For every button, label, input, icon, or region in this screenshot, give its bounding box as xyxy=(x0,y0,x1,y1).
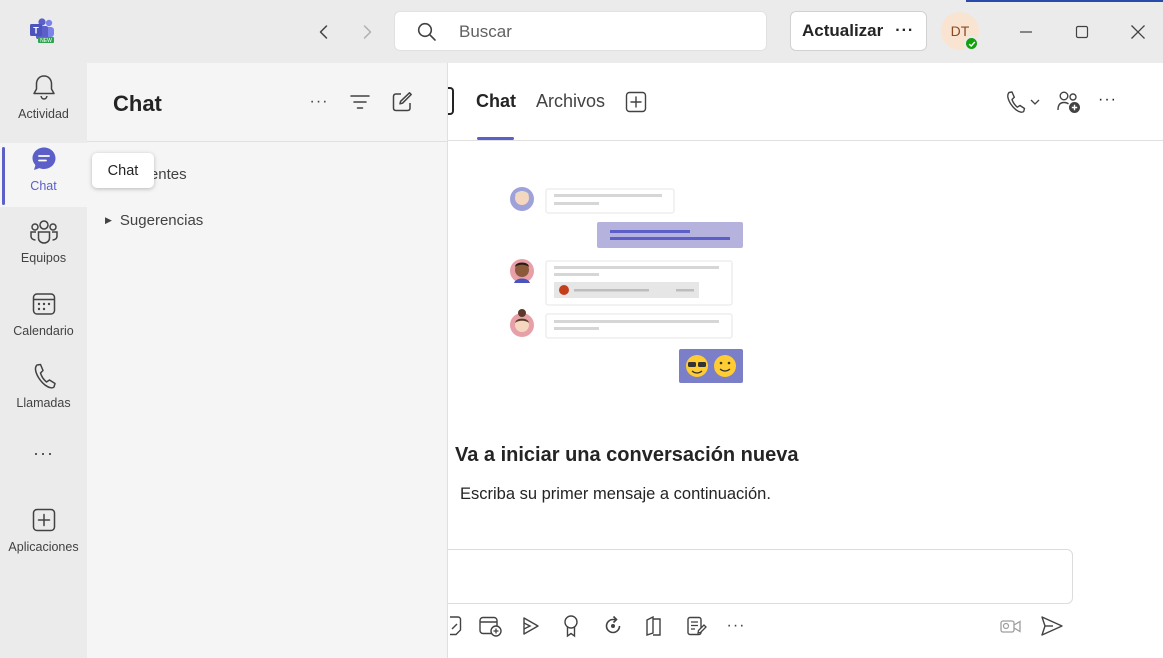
calendar-add-icon xyxy=(479,616,502,637)
window-accent-line xyxy=(966,0,1163,2)
empty-chat-illustration xyxy=(510,187,743,383)
bell-icon xyxy=(31,71,57,103)
tab-files[interactable]: Archivos xyxy=(536,91,605,112)
header-more-options-button[interactable]: ··· xyxy=(1098,91,1117,109)
compose-icon xyxy=(392,92,412,112)
minimize-button[interactable] xyxy=(1014,20,1038,44)
svg-text:T: T xyxy=(33,26,39,36)
teams-icon xyxy=(29,215,59,247)
update-button[interactable]: Actualizar ··· xyxy=(790,11,927,51)
format-button[interactable] xyxy=(442,614,466,638)
rail-item-label: Chat xyxy=(30,179,57,193)
forward-button[interactable] xyxy=(355,20,379,44)
pane-title: Chat xyxy=(113,91,162,116)
chevron-right-icon xyxy=(363,25,372,39)
chat-tooltip: Chat xyxy=(92,153,154,188)
logo-new-badge: NEW xyxy=(40,38,52,44)
more-icon: ··· xyxy=(309,93,329,110)
send-button[interactable] xyxy=(1040,614,1064,638)
conversation-header: Chat Archivos ··· xyxy=(448,63,1163,141)
more-options-icon[interactable]: ··· xyxy=(895,22,914,40)
rail-item-chat[interactable]: Chat xyxy=(0,143,87,207)
back-button[interactable] xyxy=(312,20,336,44)
notes-button[interactable] xyxy=(684,614,708,638)
header-edge-bracket xyxy=(448,87,454,115)
rail-item-calendar[interactable]: Calendario xyxy=(0,288,87,352)
video-call-icon xyxy=(1000,620,1021,633)
stream-button[interactable] xyxy=(519,614,543,638)
loop-button[interactable] xyxy=(601,614,625,638)
phone-icon xyxy=(31,360,57,392)
schedule-meeting-button[interactable] xyxy=(478,614,502,638)
phone-icon xyxy=(1007,91,1026,113)
close-window-button[interactable] xyxy=(1126,20,1150,44)
maximize-button[interactable] xyxy=(1070,20,1094,44)
call-button[interactable] xyxy=(1004,90,1041,114)
chat-icon xyxy=(30,143,58,175)
minimize-icon xyxy=(1020,31,1032,33)
search-input[interactable] xyxy=(459,19,749,45)
section-label: Sugerencias xyxy=(119,212,204,229)
filter-button[interactable] xyxy=(347,89,373,115)
section-suggestions[interactable]: ▶ Sugerencias xyxy=(105,212,203,229)
empty-state-subtitle: Escriba su primer mensaje a continuación… xyxy=(460,485,771,503)
more-icon: ··· xyxy=(33,443,54,463)
filter-icon xyxy=(350,95,370,109)
conversation-area: Chat Archivos ··· Va a iniciar una conve… xyxy=(448,63,1163,658)
loop-refresh-icon xyxy=(605,615,621,634)
active-tab-indicator xyxy=(477,137,514,140)
app-rail: Actividad Chat Equipos Calendario Llamad… xyxy=(0,63,87,658)
viva-icon xyxy=(646,615,661,636)
presence-available-icon xyxy=(964,36,979,51)
title-bar: T NEW Actualizar ··· DT xyxy=(0,0,1163,63)
rail-item-apps[interactable]: Aplicaciones xyxy=(0,504,87,568)
close-icon xyxy=(1131,25,1145,39)
caret-right-icon: ▶ xyxy=(105,215,112,225)
tab-chat[interactable]: Chat xyxy=(476,91,516,112)
search-box[interactable] xyxy=(394,11,767,51)
praise-medal-icon xyxy=(564,615,578,638)
compose-more-button[interactable]: ··· xyxy=(724,614,748,638)
more-icon: ··· xyxy=(726,617,746,634)
add-tab-icon xyxy=(625,91,647,113)
rail-item-label: Aplicaciones xyxy=(8,540,79,554)
viva-button[interactable] xyxy=(642,614,666,638)
meet-now-button[interactable] xyxy=(999,614,1023,638)
pane-more-options-button[interactable]: ··· xyxy=(306,89,332,115)
teams-logo-icon: T NEW xyxy=(28,18,56,44)
compose-box[interactable] xyxy=(448,549,1073,604)
rail-more-button[interactable]: ··· xyxy=(0,443,87,473)
apps-add-icon xyxy=(31,504,57,536)
rail-item-calls[interactable]: Llamadas xyxy=(0,360,87,424)
rail-item-label: Actividad xyxy=(18,107,69,121)
rail-item-label: Llamadas xyxy=(16,396,71,410)
format-pen-icon xyxy=(450,616,462,636)
update-button-label: Actualizar xyxy=(802,21,884,40)
empty-state-title: Va a iniciar una conversación nueva xyxy=(455,444,799,466)
search-icon xyxy=(417,22,436,41)
send-icon xyxy=(1041,616,1063,636)
chevron-left-icon xyxy=(319,25,328,39)
rail-item-teams[interactable]: Equipos xyxy=(0,215,87,279)
new-chat-button[interactable] xyxy=(389,89,415,115)
rail-item-label: Calendario xyxy=(13,324,74,338)
people-add-icon xyxy=(1057,91,1080,113)
chevron-down-icon xyxy=(1030,99,1040,105)
pane-divider xyxy=(87,141,447,142)
message-input[interactable] xyxy=(460,564,1050,590)
praise-button[interactable] xyxy=(559,614,583,638)
add-tab-button[interactable] xyxy=(625,91,647,113)
stream-icon xyxy=(523,617,539,635)
rail-item-activity[interactable]: Actividad xyxy=(0,71,87,135)
add-people-button[interactable] xyxy=(1056,90,1082,119)
maximize-icon xyxy=(1075,25,1089,39)
calendar-icon xyxy=(31,288,57,320)
notes-edit-icon xyxy=(687,616,707,636)
rail-item-label: Equipos xyxy=(20,251,67,265)
